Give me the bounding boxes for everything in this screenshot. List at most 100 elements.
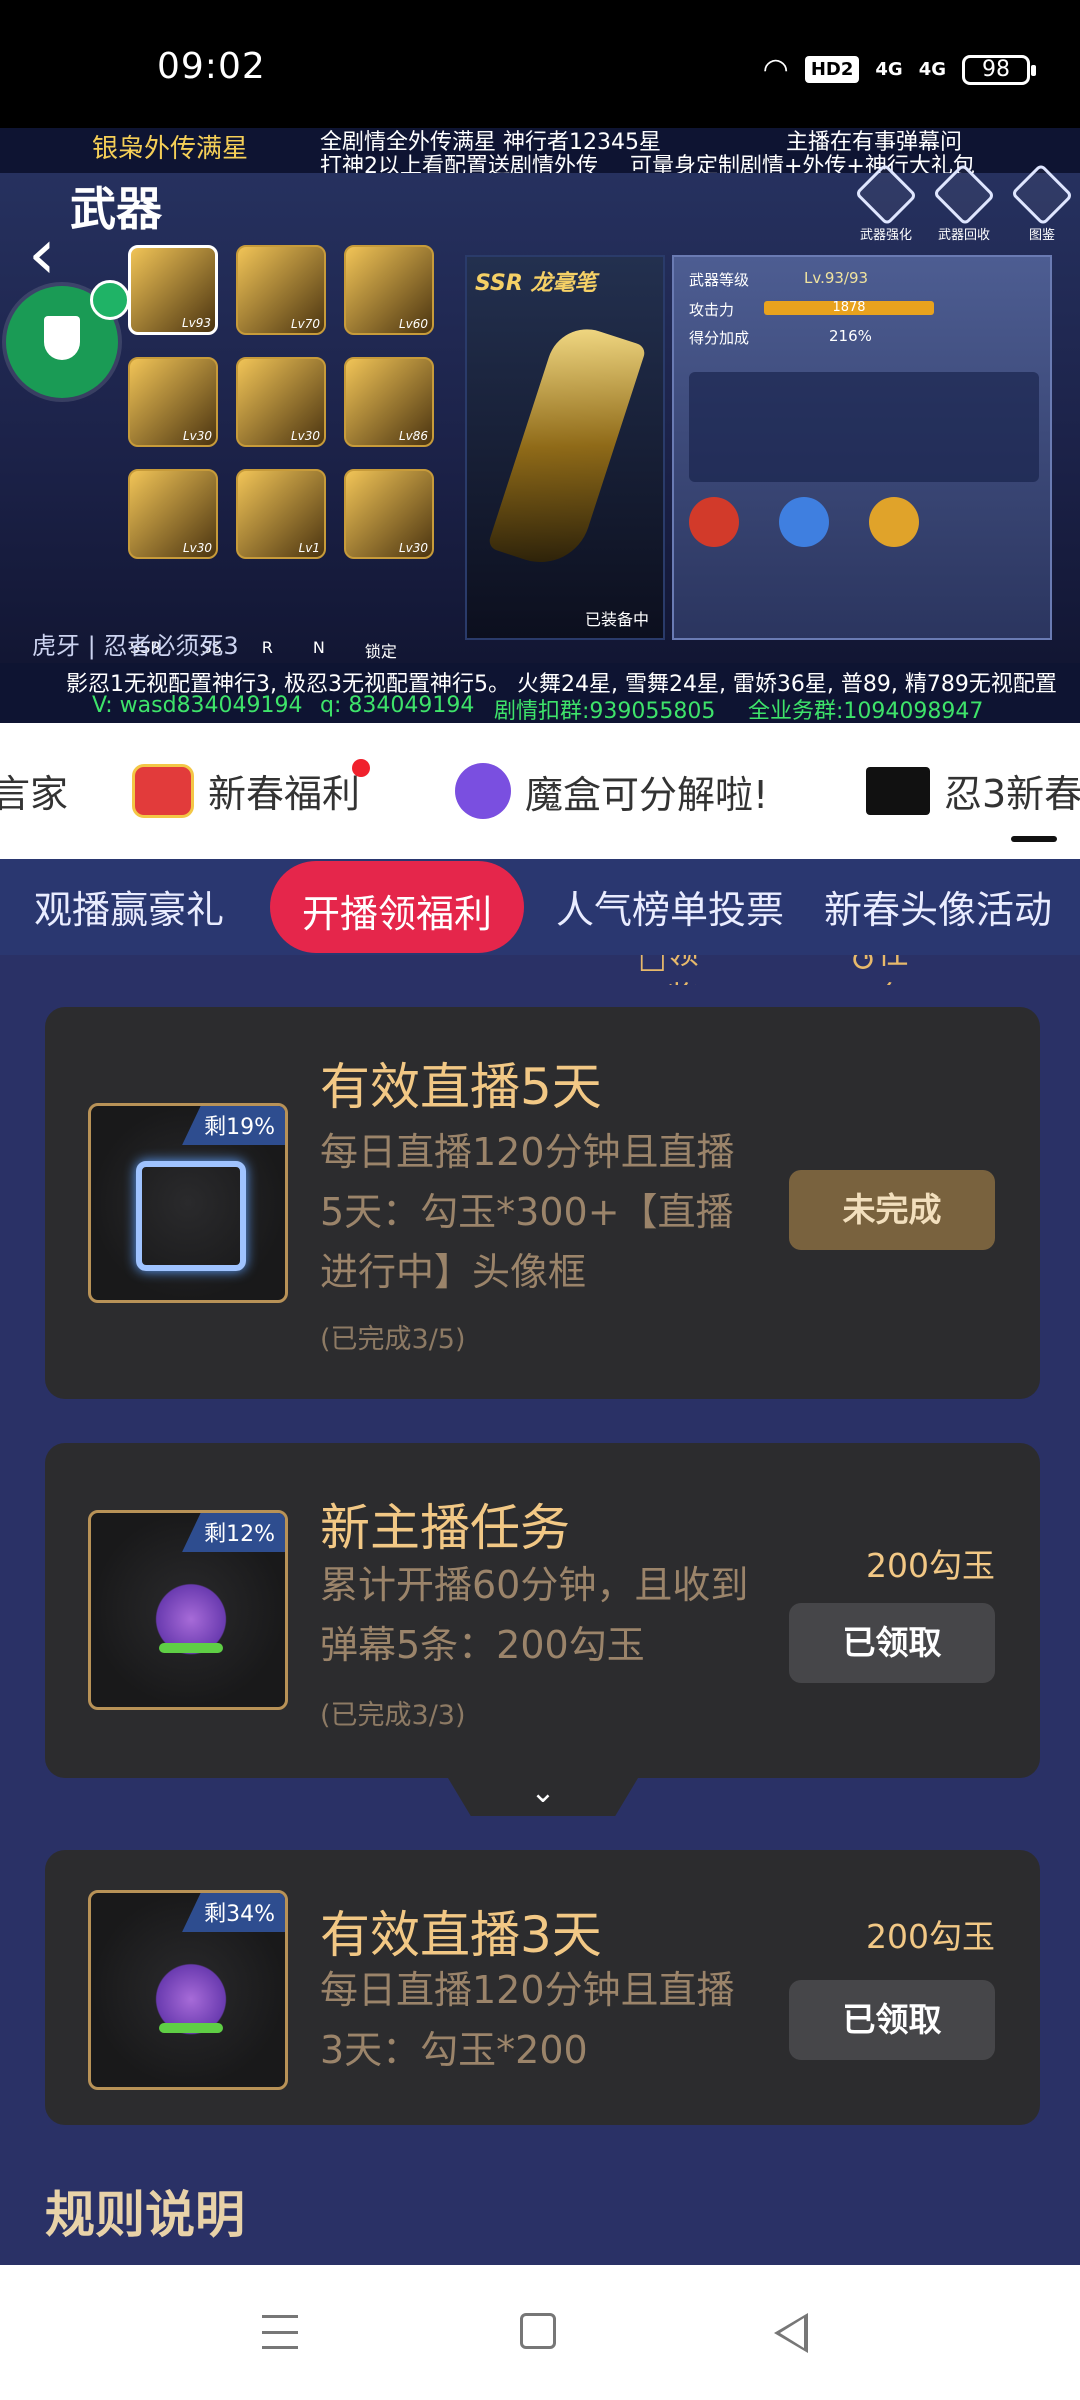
live-video[interactable]: 银枭外传满星 全剧情全外传满星 神行者12345星 打神2以上看配置送剧情外传 … bbox=[0, 128, 1080, 723]
task-progress: (已完成3/3) bbox=[320, 1700, 466, 1731]
task-description: 每日直播120分钟且直播3天：勾玉*200 bbox=[320, 1968, 735, 2072]
remaining-badge: 剩12% bbox=[182, 1513, 285, 1552]
jade-bag-icon bbox=[149, 1953, 233, 2037]
tool-recycle: 武器回收 bbox=[932, 163, 996, 243]
stat-label: 武器等级 bbox=[689, 271, 750, 289]
upgrade-icon bbox=[854, 163, 918, 226]
subtab-avatar-event[interactable]: 新春头像活动 bbox=[824, 879, 1052, 934]
rules-heading: 规则说明 bbox=[45, 2186, 245, 2244]
stat-value: 216% bbox=[829, 327, 872, 345]
ice-skill-icon bbox=[779, 497, 829, 547]
tab-magic-box[interactable]: 魔盒可分解啦! bbox=[455, 763, 768, 819]
weapon-slot: Lv1 bbox=[236, 469, 326, 559]
tool-gallery: 图鉴 bbox=[1010, 163, 1074, 243]
task-title: 有效直播5天 bbox=[320, 1058, 602, 1116]
contact-qq: q: 834049194 bbox=[320, 693, 475, 718]
weapon-slot: Lv30 bbox=[128, 357, 218, 447]
stat-label: 得分加成 bbox=[689, 329, 750, 347]
weapon-card: SSR 龙毫笔 已装备中 bbox=[465, 255, 665, 640]
subtab-watch-rewards[interactable]: 观播赢豪礼 bbox=[34, 879, 224, 934]
status-bar: 09:02 ◠ HD2 4G 4G 98 bbox=[0, 0, 1080, 128]
tab-ninja3-new-year[interactable]: 忍3新春 bbox=[866, 763, 1080, 818]
task-title: 有效直播3天 bbox=[320, 1906, 602, 1964]
subtab-stream-rewards[interactable]: 开播领福利 bbox=[270, 861, 525, 953]
chevron-down-icon[interactable]: ⌄ bbox=[448, 1778, 638, 1816]
game-tools: 武器强化 武器回收 图鉴 bbox=[854, 163, 1074, 243]
battery-icon: 98 bbox=[962, 54, 1036, 85]
remaining-badge: 剩34% bbox=[182, 1893, 285, 1932]
stat-value: 1878 bbox=[764, 301, 934, 315]
avatar-frame-icon bbox=[136, 1161, 246, 1271]
equipped-label: 已装备中 bbox=[585, 610, 650, 629]
hd-badge: HD2 bbox=[804, 56, 860, 83]
security-shield-button[interactable] bbox=[6, 280, 130, 398]
filter-lock: 锁定 bbox=[364, 642, 397, 661]
skill-panel bbox=[689, 372, 1039, 482]
task-status-link[interactable]: ↺ 任务状态 bbox=[850, 955, 909, 985]
task-card: 剩34% 有效直播3天 每日直播120分钟且直播3天：勾玉*200 200勾玉 … bbox=[45, 1850, 1040, 2125]
clock: 09:02 bbox=[157, 46, 266, 87]
overlay-top-left: 银枭外传满星 bbox=[92, 134, 249, 164]
back-arrow-icon: ‹ bbox=[28, 213, 56, 295]
filter-n: N bbox=[312, 638, 325, 657]
task-card: 剩19% 有效直播5天 每日直播120分钟且直播5天：勾玉*300+【直播进行中… bbox=[45, 1007, 1040, 1399]
fire-skill-icon bbox=[689, 497, 739, 547]
skill-icons bbox=[689, 497, 969, 557]
magic-box-icon bbox=[455, 763, 511, 819]
tab-active-indicator bbox=[1011, 836, 1057, 842]
group-business: 全业务群:1094098947 bbox=[748, 699, 984, 723]
wifi-icon: ◠ bbox=[762, 52, 789, 87]
activity-tabs: 言家 新春福利 魔盒可分解啦! 忍3新春 bbox=[0, 723, 1080, 859]
wifi-badge-icon bbox=[90, 280, 130, 320]
stat-label: 攻击力 bbox=[689, 301, 735, 319]
gallery-icon bbox=[1010, 163, 1074, 226]
task-title: 新主播任务 bbox=[320, 1499, 570, 1557]
task-description: 每日直播120分钟且直播5天：勾玉*300+【直播进行中】头像框 bbox=[320, 1130, 735, 1294]
stat-value: Lv.93/93 bbox=[804, 269, 869, 287]
task-reward: 200勾玉 bbox=[866, 1917, 995, 1956]
system-nav-bar bbox=[0, 2265, 1080, 2400]
task-progress: (已完成3/5) bbox=[320, 1324, 466, 1355]
game-scene: ‹ 武器 武器强化 武器回收 图鉴 Lv93 Lv70 Lv60 Lv30 Lv… bbox=[0, 163, 1080, 663]
weapon-stats: 武器等级 Lv.93/93 攻击力 1878 得分加成 216% bbox=[672, 255, 1052, 640]
overlay-bottom-left: 虎牙 | 忍者必须死3 bbox=[32, 632, 239, 660]
signal-2-icon: 4G bbox=[918, 59, 946, 80]
contact-wechat: V: wasd834049194 bbox=[92, 693, 303, 718]
weapon-grid: Lv93 Lv70 Lv60 Lv30 Lv30 Lv86 Lv30 Lv1 L… bbox=[128, 245, 448, 559]
weapon-slot: Lv86 bbox=[344, 357, 434, 447]
subtab-popularity-vote[interactable]: 人气榜单投票 bbox=[556, 879, 784, 934]
tool-upgrade: 武器强化 bbox=[854, 163, 918, 243]
ninja-logo-icon bbox=[866, 766, 930, 815]
task-reward: 200勾玉 bbox=[866, 1546, 995, 1585]
records-link[interactable]: ☐ 领奖记录 bbox=[638, 955, 699, 985]
tab-new-year-welfare[interactable]: 新春福利 bbox=[132, 763, 360, 818]
thunder-skill-icon bbox=[869, 497, 919, 547]
notification-dot bbox=[352, 759, 370, 777]
home-icon[interactable] bbox=[520, 2313, 556, 2349]
task-thumbnail: 剩12% bbox=[88, 1510, 288, 1710]
task-status-button[interactable]: 未完成 bbox=[789, 1170, 995, 1250]
shield-icon bbox=[44, 316, 80, 360]
status-icons: ◠ HD2 4G 4G 98 bbox=[762, 52, 1036, 87]
weapon-slot: Lv60 bbox=[344, 245, 434, 335]
weapon-slot: Lv93 bbox=[128, 245, 218, 335]
jade-bag-icon bbox=[149, 1573, 233, 1657]
task-status-button[interactable]: 已领取 bbox=[789, 1603, 995, 1683]
new-year-welfare-icon bbox=[132, 763, 194, 818]
group-story: 剧情扣群:939055805 bbox=[494, 699, 716, 723]
signal-1-icon: 4G bbox=[875, 59, 903, 80]
weapon-slot: Lv70 bbox=[236, 245, 326, 335]
task-status-button[interactable]: 已领取 bbox=[789, 1980, 995, 2060]
game-title: 武器 bbox=[70, 182, 162, 236]
back-icon[interactable] bbox=[774, 2313, 808, 2353]
weapon-name: SSR 龙毫笔 bbox=[475, 271, 597, 296]
task-card: 剩12% 新主播任务 累计开播60分钟，且收到弹幕5条：200勾玉 (已完成3/… bbox=[45, 1443, 1040, 1778]
tab-prophet[interactable]: 言家 bbox=[0, 763, 68, 818]
weapon-slot: Lv30 bbox=[128, 469, 218, 559]
task-thumbnail: 剩19% bbox=[88, 1103, 288, 1303]
filter-r: R bbox=[261, 638, 273, 657]
weapon-slot: Lv30 bbox=[236, 357, 326, 447]
menu-icon[interactable] bbox=[262, 2315, 298, 2349]
recycle-icon bbox=[932, 163, 996, 226]
brush-weapon-image bbox=[487, 318, 647, 576]
